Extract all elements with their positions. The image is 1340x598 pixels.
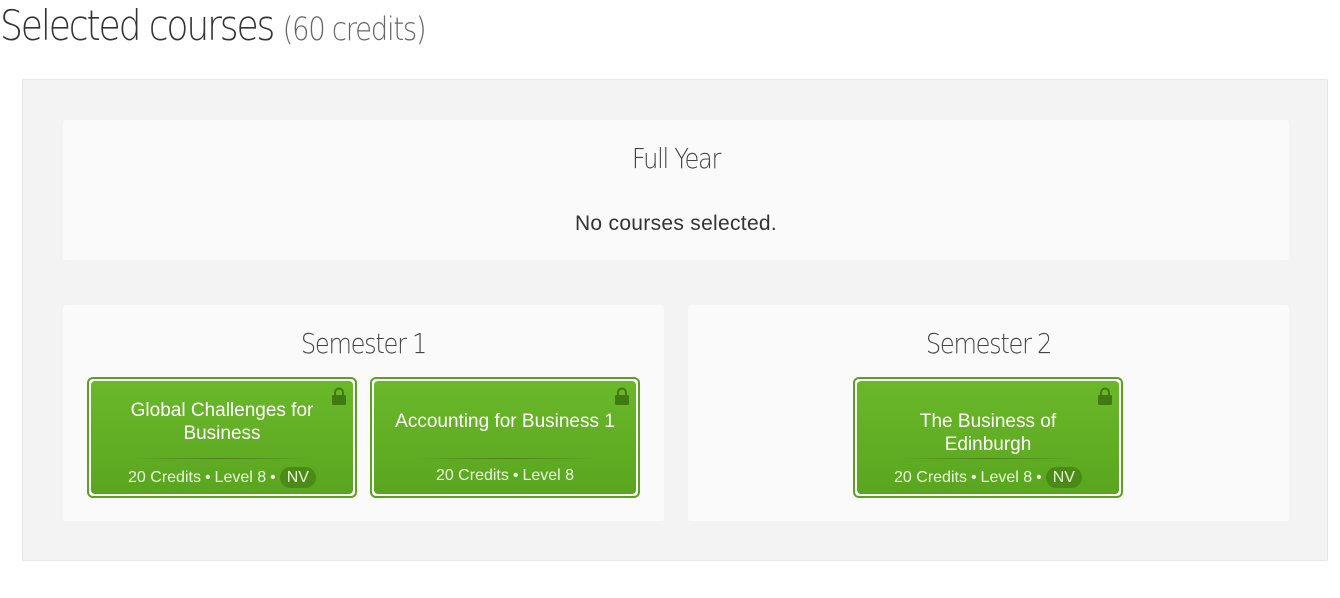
course-title: Global Challenges for Business: [130, 400, 314, 444]
course-credits: 20 Credits: [435, 467, 509, 484]
course-meta: 20 Credits • Level 8 • NV: [91, 467, 353, 488]
course-meta: 20 Credits • Level 8: [374, 467, 636, 485]
card-divider: [414, 458, 596, 459]
page-title-text: Selected courses: [0, 1, 275, 50]
nv-badge: NV: [1045, 467, 1082, 488]
course-level: Level 8: [522, 467, 575, 484]
course-card-accounting[interactable]: Accounting for Business 1 20 Credits • Lev…: [370, 377, 640, 498]
selected-courses-panel: Full Year No courses selected. Semester …: [22, 79, 1328, 561]
nv-badge: NV: [279, 467, 316, 488]
course-credits: 20 Credits: [894, 469, 967, 486]
separator-dot: •: [512, 467, 519, 484]
course-title: Accounting for Business 1: [395, 411, 615, 432]
lock-icon: [1098, 387, 1112, 405]
course-meta: 20 Credits • Level 8 • NV: [857, 467, 1119, 488]
separator-dot: •: [204, 469, 211, 486]
lock-icon: [332, 387, 346, 405]
course-level: Level 8: [214, 469, 267, 486]
course-card-body: The Business of Edinburgh 20 Credits • Lev…: [857, 381, 1119, 494]
lock-icon: [615, 387, 629, 405]
total-credits: (60 credits): [282, 10, 427, 48]
section-heading-semester-1: Semester 1: [300, 327, 427, 360]
course-title: The Business of Edinburgh: [919, 411, 1057, 455]
section-heading-full-year: Full Year: [631, 142, 721, 175]
empty-message: No courses selected.: [574, 212, 778, 235]
section-semester-2: Semester 2 The Business of Edinburgh 20 …: [688, 305, 1289, 521]
separator-dot: •: [270, 469, 276, 486]
course-credits: 20 Credits: [128, 469, 201, 486]
course-card-body: Global Challenges for Business 20 Credit…: [91, 381, 353, 494]
separator-dot: •: [970, 469, 977, 486]
section-semester-1: Semester 1 Global Challenges for Busines…: [63, 305, 664, 521]
section-full-year: Full Year No courses selected.: [63, 120, 1289, 260]
card-divider: [131, 458, 313, 459]
page-title: Selected courses (60 credits): [0, 0, 427, 56]
course-card-body: Accounting for Business 1 20 Credits • Lev…: [374, 381, 636, 494]
course-level: Level 8: [980, 469, 1033, 486]
section-heading-semester-2: Semester 2: [925, 327, 1052, 360]
card-divider: [897, 458, 1079, 459]
separator-dot: •: [1036, 469, 1042, 486]
course-card-business-of-edinburgh[interactable]: The Business of Edinburgh 20 Credits • Lev…: [853, 377, 1123, 498]
course-card-global-challenges[interactable]: Global Challenges for Business 20 Credit…: [87, 377, 357, 498]
